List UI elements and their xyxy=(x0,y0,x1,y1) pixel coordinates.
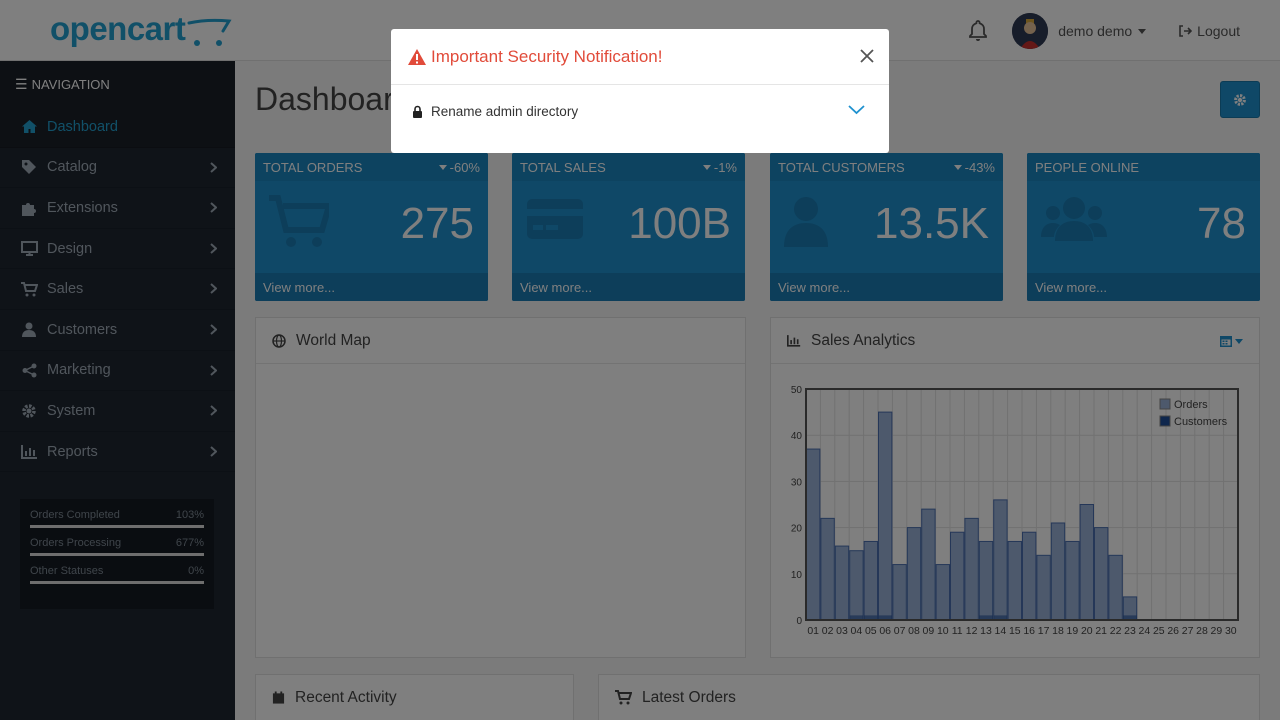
close-icon[interactable] xyxy=(859,48,875,64)
rename-admin-item[interactable]: Rename admin directory xyxy=(391,85,889,137)
warning-icon xyxy=(408,48,426,65)
rename-admin-label: Rename admin directory xyxy=(431,103,579,119)
chevron-down-icon[interactable] xyxy=(848,105,865,115)
security-notification-modal: Important Security Notification! Rename … xyxy=(391,29,889,153)
lock-icon xyxy=(413,105,422,118)
modal-title: Important Security Notification! xyxy=(431,46,663,66)
